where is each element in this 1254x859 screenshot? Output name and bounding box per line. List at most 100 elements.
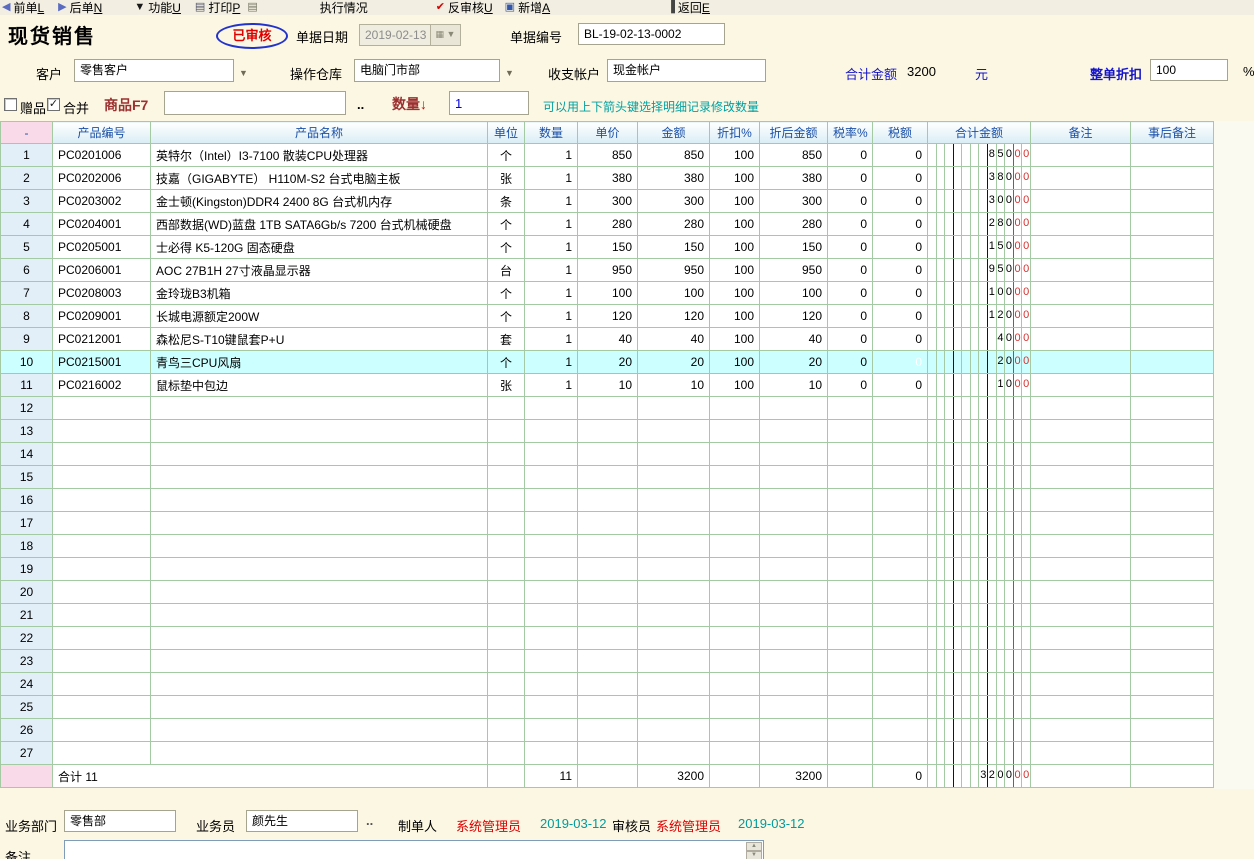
cell-amount[interactable]: [638, 673, 710, 696]
cell-remark[interactable]: [1031, 581, 1131, 604]
cell-price[interactable]: 10: [578, 374, 638, 397]
cell-price[interactable]: [578, 443, 638, 466]
toolbar-item-反审核[interactable]: ✔反审核U: [436, 0, 493, 15]
cell-row-number[interactable]: 27: [1, 742, 53, 765]
cell-amount[interactable]: 850: [638, 144, 710, 167]
cell-post-remark[interactable]: [1131, 282, 1214, 305]
cell-discounted-amount[interactable]: [760, 673, 828, 696]
cell-product-name[interactable]: 西部数据(WD)蓝盘 1TB SATA6Gb/s 7200 台式机械硬盘: [151, 213, 488, 236]
cell-qty[interactable]: [525, 443, 578, 466]
cell-discount[interactable]: [710, 535, 760, 558]
cell-total-ledger[interactable]: 10000: [928, 282, 1031, 305]
cell-row-number[interactable]: 18: [1, 535, 53, 558]
qty-input[interactable]: 1: [449, 91, 529, 115]
cell-product-code[interactable]: [53, 604, 151, 627]
scroll-down-icon[interactable]: ▼: [746, 851, 762, 859]
cell-qty[interactable]: [525, 627, 578, 650]
cell-product-name[interactable]: [151, 742, 488, 765]
cell-unit[interactable]: 个: [488, 144, 525, 167]
cell-total-qty[interactable]: 11: [525, 765, 578, 788]
cell-post-remark[interactable]: [1131, 558, 1214, 581]
cell-remark[interactable]: [1031, 397, 1131, 420]
cell-unit[interactable]: [488, 535, 525, 558]
cell-amount[interactable]: [638, 581, 710, 604]
cell-price[interactable]: 280: [578, 213, 638, 236]
cell-discounted-amount[interactable]: [760, 719, 828, 742]
cell-product-code[interactable]: PC0203002: [53, 190, 151, 213]
cell-unit[interactable]: [488, 696, 525, 719]
cell-amount[interactable]: [638, 420, 710, 443]
cell-discounted-amount[interactable]: [760, 420, 828, 443]
cell-price[interactable]: 150: [578, 236, 638, 259]
cell-tax-amount[interactable]: 0: [873, 213, 928, 236]
cell-row-number[interactable]: 10: [1, 351, 53, 374]
cell-product-code[interactable]: PC0216002: [53, 374, 151, 397]
cell-tax-rate[interactable]: 0: [828, 190, 873, 213]
warehouse-input[interactable]: 电脑门市部: [354, 59, 500, 82]
cell-tax-amount[interactable]: 0: [873, 236, 928, 259]
cell-tax-amount[interactable]: 0: [873, 328, 928, 351]
cell-discounted-amount[interactable]: [760, 581, 828, 604]
cell-total-ledger[interactable]: [928, 650, 1031, 673]
cell-discount[interactable]: [710, 742, 760, 765]
account-input[interactable]: 现金帐户: [607, 59, 766, 82]
cell-product-name[interactable]: [151, 489, 488, 512]
cell-post-remark[interactable]: [1131, 305, 1214, 328]
cell-total-tax[interactable]: 0: [873, 765, 928, 788]
cell-tax-rate[interactable]: [828, 489, 873, 512]
cell-remark[interactable]: [1031, 673, 1131, 696]
cell-tax-amount[interactable]: 0: [873, 351, 928, 374]
cell-amount[interactable]: 300: [638, 190, 710, 213]
dept-input[interactable]: 零售部: [64, 810, 176, 832]
cell-qty[interactable]: 1: [525, 213, 578, 236]
cell-tax-amount[interactable]: [873, 581, 928, 604]
cell-total-ledger[interactable]: [928, 719, 1031, 742]
cell-qty[interactable]: [525, 673, 578, 696]
cell-discount[interactable]: 100: [710, 259, 760, 282]
cell-product-code[interactable]: [53, 397, 151, 420]
cell-product-code[interactable]: [53, 696, 151, 719]
cell-discounted-amount[interactable]: [760, 466, 828, 489]
cell-tax-rate[interactable]: [828, 535, 873, 558]
cell-price[interactable]: [578, 558, 638, 581]
cell-remark[interactable]: [1031, 765, 1131, 788]
cell-price[interactable]: 40: [578, 328, 638, 351]
cell-post-remark[interactable]: [1131, 650, 1214, 673]
cell-product-name[interactable]: [151, 397, 488, 420]
cell-amount[interactable]: 20: [638, 351, 710, 374]
cell-product-code[interactable]: [53, 650, 151, 673]
cell-tax-rate[interactable]: 0: [828, 236, 873, 259]
cell-unit[interactable]: [488, 742, 525, 765]
gift-checkbox[interactable]: [4, 98, 17, 111]
cell-remark[interactable]: [1031, 558, 1131, 581]
cell-remark[interactable]: [1031, 282, 1131, 305]
cell-price[interactable]: 120: [578, 305, 638, 328]
cell-total-ledger[interactable]: [928, 558, 1031, 581]
cell-qty[interactable]: [525, 650, 578, 673]
cell-product-name[interactable]: [151, 420, 488, 443]
cell-product-code[interactable]: PC0202006: [53, 167, 151, 190]
cell-price[interactable]: [578, 466, 638, 489]
cell-post-remark[interactable]: [1131, 512, 1214, 535]
cell-post-remark[interactable]: [1131, 535, 1214, 558]
cell-row-number[interactable]: 15: [1, 466, 53, 489]
cell-row-number[interactable]: 2: [1, 167, 53, 190]
cell-discount[interactable]: [710, 673, 760, 696]
cell-amount[interactable]: [638, 696, 710, 719]
cell-discount[interactable]: [710, 489, 760, 512]
cell-product-code[interactable]: [53, 512, 151, 535]
cell-tax-amount[interactable]: [873, 535, 928, 558]
salesman-more-dots[interactable]: ..: [366, 813, 373, 828]
cell-total-ledger[interactable]: [928, 420, 1031, 443]
cell-qty[interactable]: 1: [525, 328, 578, 351]
cell-tax-amount[interactable]: [873, 673, 928, 696]
cell-discount[interactable]: 100: [710, 167, 760, 190]
cell-post-remark[interactable]: [1131, 489, 1214, 512]
cell-price[interactable]: [578, 535, 638, 558]
cell-product-code[interactable]: PC0209001: [53, 305, 151, 328]
cell-discount[interactable]: [710, 719, 760, 742]
cell-remark[interactable]: [1031, 259, 1131, 282]
cell-tax-rate[interactable]: [828, 512, 873, 535]
cell-discount[interactable]: [710, 650, 760, 673]
cell-amount[interactable]: 40: [638, 328, 710, 351]
